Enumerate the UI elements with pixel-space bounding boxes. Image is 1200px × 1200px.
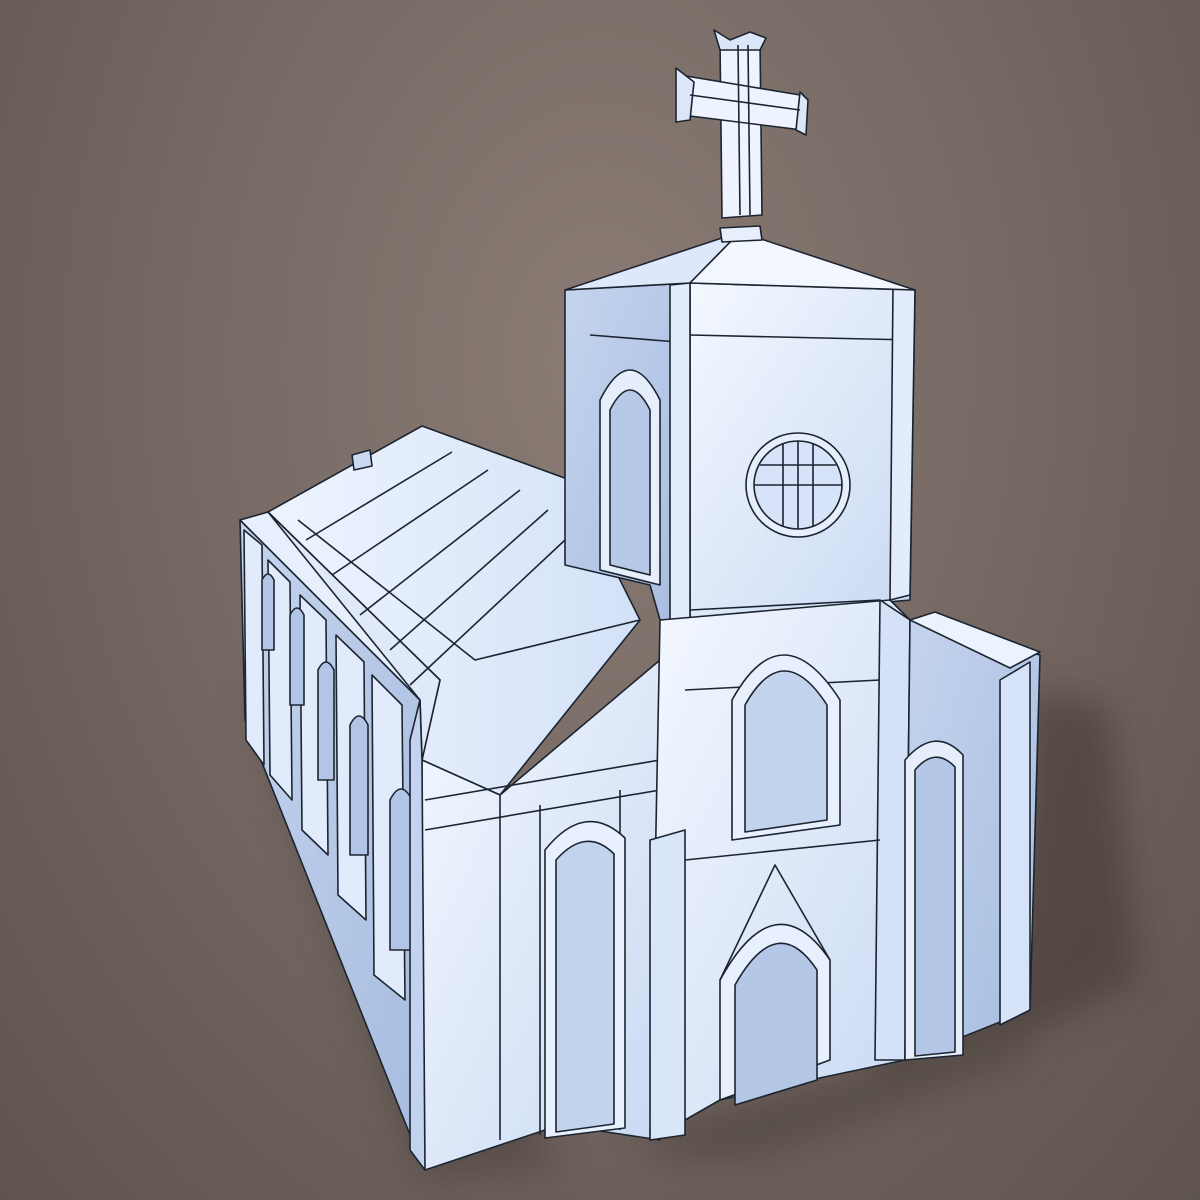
church-model-render <box>239 29 1140 1180</box>
right-chapel <box>904 611 1041 1061</box>
cross <box>675 29 809 219</box>
tower-roof <box>564 225 916 291</box>
church-model <box>239 29 1041 1171</box>
render-viewport[interactable] <box>0 0 1200 1200</box>
round-window <box>745 432 851 538</box>
